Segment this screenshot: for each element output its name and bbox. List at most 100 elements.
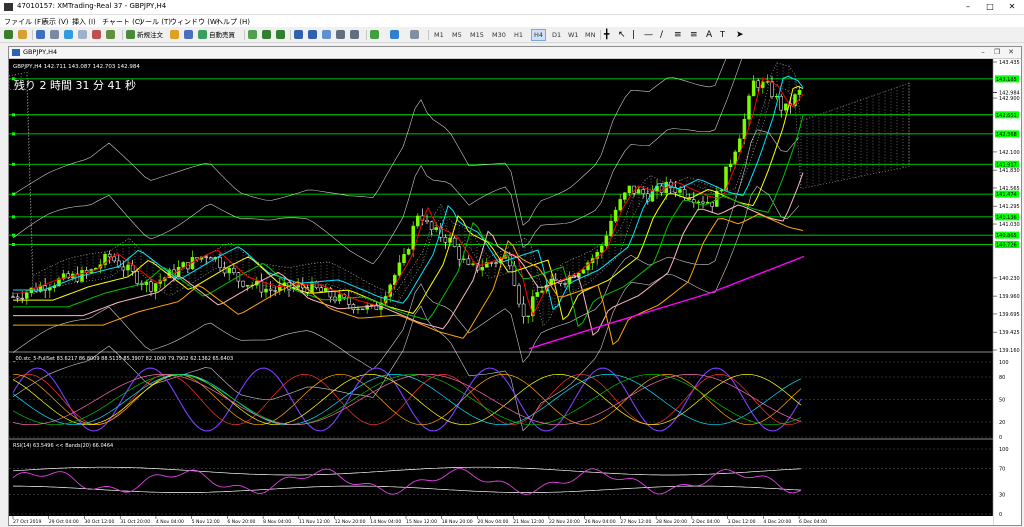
arrows-icon[interactable]: ➤	[736, 30, 744, 40]
navigator-icon[interactable]	[64, 30, 73, 39]
timeframe-d1[interactable]: D1	[552, 30, 561, 40]
candle-body	[273, 290, 277, 292]
auto-trading-button[interactable]: 自動売買	[209, 30, 235, 40]
chart-minimize-icon[interactable]: –	[977, 47, 989, 57]
chart-restore-icon[interactable]: ❐	[991, 47, 1003, 57]
periods-icon[interactable]	[390, 30, 399, 39]
options-icon[interactable]	[184, 30, 193, 39]
menu-window[interactable]: ウィンドウ (W)	[170, 17, 220, 27]
market-watch-icon[interactable]	[36, 30, 45, 39]
vertical-line-icon[interactable]: |	[632, 30, 635, 40]
timeframe-m15[interactable]: M15	[470, 30, 484, 40]
menu-file[interactable]: ファイル (F)	[4, 17, 44, 27]
timeframe-w1[interactable]: W1	[568, 30, 579, 40]
new-chart-icon[interactable]	[4, 30, 13, 39]
bar-chart-icon[interactable]	[248, 30, 257, 39]
maximize-icon[interactable]: □	[980, 1, 1000, 13]
chart-close-icon[interactable]: ✕	[1005, 47, 1017, 57]
rsi-tick-label: 70	[999, 467, 1005, 473]
timeframe-m30[interactable]: M30	[492, 30, 506, 40]
candle-body	[149, 281, 153, 292]
new-order-button[interactable]: 新規注文	[137, 30, 163, 40]
rsi-label: RSI(14) 63.5496 << Bands(20) 66.0464	[13, 443, 113, 449]
date-tick-label: 30 Oct 12:00	[84, 519, 114, 525]
timeframe-m1[interactable]: M1	[434, 30, 444, 40]
close-icon[interactable]: ✕	[1002, 1, 1022, 13]
candle-body	[452, 237, 457, 247]
candle-body	[756, 80, 760, 88]
metaeditor-icon[interactable]	[170, 30, 179, 39]
new-order-icon[interactable]	[126, 30, 135, 39]
minimize-icon[interactable]: –	[958, 1, 978, 13]
scroll-icon[interactable]	[336, 30, 345, 39]
cursor-icon[interactable]: ↖	[618, 30, 626, 40]
timeframe-m5[interactable]: M5	[452, 30, 462, 40]
candle-body	[457, 246, 461, 260]
candle-body	[434, 227, 438, 230]
candle-body	[15, 296, 20, 299]
tile-windows-icon[interactable]	[322, 30, 331, 39]
osc-tick-label: 100	[999, 360, 1009, 366]
chart-tab-title: GBPJPY,H4	[23, 48, 58, 56]
menu-help[interactable]: ヘルプ (H)	[216, 17, 250, 27]
history-icon[interactable]	[106, 30, 115, 39]
indicators-icon[interactable]	[370, 30, 379, 39]
chart-shift-icon[interactable]	[350, 30, 359, 39]
menu-view[interactable]: 表示 (V)	[42, 17, 68, 27]
candle-body	[209, 257, 213, 260]
label-icon[interactable]: T	[720, 30, 725, 40]
candlestick-icon[interactable]	[262, 30, 271, 39]
candle-body	[11, 296, 15, 298]
price-tick-label: 139.695	[999, 312, 1020, 318]
candle-body	[540, 290, 544, 293]
plot-area[interactable]: 143.185 142.651 142.368 141.917 141.474 141.1…	[8, 0, 1021, 525]
zoom-out-icon[interactable]	[308, 30, 317, 39]
price-tick-label: 139.960	[999, 294, 1020, 300]
candle-body	[227, 267, 231, 274]
horizontal-line-icon[interactable]: —	[644, 30, 653, 40]
date-tick-label: 20 Nov 04:00	[477, 519, 508, 525]
toolbar: 新規注文 自動売買 M1 M5 M15 M30 H1 H4 D1 W1 MN ╋…	[0, 28, 1024, 43]
profiles-icon[interactable]	[18, 30, 27, 39]
price-chart-svg[interactable]: 143.185142.651142.368141.917141.474141.1…	[8, 0, 1021, 525]
date-tick-label: 14 Nov 04:00	[370, 519, 401, 525]
strategy-tester-icon[interactable]	[92, 30, 101, 39]
text-icon[interactable]: A	[706, 30, 712, 40]
candle-body	[416, 215, 420, 227]
level-marker	[12, 243, 15, 247]
price-tick-label: 142.900	[999, 96, 1020, 102]
data-window-icon[interactable]	[50, 30, 59, 39]
templates-icon[interactable]	[410, 30, 419, 39]
candle-body	[696, 201, 701, 204]
osc-tick-label: 80	[999, 375, 1005, 381]
candle-body	[747, 95, 751, 120]
candle-body	[406, 249, 411, 255]
candle-body	[356, 308, 360, 311]
trendline-icon[interactable]: ∕	[660, 30, 663, 40]
candle-body	[135, 270, 139, 284]
chart-window: GBPJPY,H4 – ❐ ✕ 143.185 142.651 142.368 141…	[8, 0, 1022, 526]
line-chart-icon[interactable]	[276, 30, 285, 39]
date-tick-label: 5 Nov 12:00	[192, 519, 220, 525]
candle-body	[268, 288, 273, 291]
terminal-icon[interactable]	[78, 30, 87, 39]
menu-insert[interactable]: 挿入 (I)	[72, 17, 96, 27]
menu-chart[interactable]: チャート (C)	[102, 17, 143, 27]
candle-body	[678, 189, 682, 193]
candle-body	[264, 288, 268, 293]
auto-trading-icon[interactable]	[198, 30, 207, 39]
price-tick-label: 141.830	[999, 168, 1020, 174]
timeframe-h1[interactable]: H1	[514, 30, 523, 40]
channel-icon[interactable]: ≡	[674, 30, 682, 40]
date-tick-label: 8 Nov 04:00	[263, 519, 291, 525]
fibonacci-icon[interactable]: ≡	[690, 30, 698, 40]
timeframe-mn[interactable]: MN	[585, 30, 595, 40]
menu-tools[interactable]: ツール (T)	[138, 17, 171, 27]
date-tick-label: 6 Dec 04:00	[799, 519, 827, 525]
ohlc-label: GBPJPY,H4 142.711 143.087 142.703 142.98…	[13, 64, 140, 70]
candle-body	[609, 220, 613, 237]
timeframe-h4[interactable]: H4	[531, 29, 547, 41]
crosshair-icon[interactable]: ╋	[604, 30, 609, 40]
candle-body	[604, 235, 609, 247]
zoom-in-icon[interactable]	[294, 30, 303, 39]
